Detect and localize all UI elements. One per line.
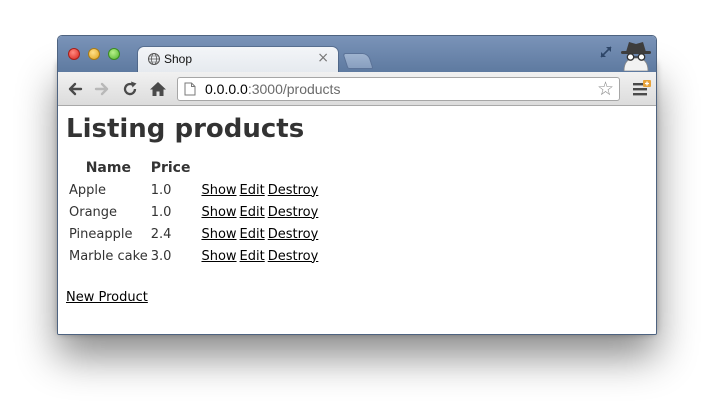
close-window-button[interactable] xyxy=(68,48,80,60)
forward-arrow-icon[interactable] xyxy=(93,80,111,98)
column-header-name: Name xyxy=(85,160,131,176)
home-icon[interactable] xyxy=(149,80,167,98)
products-table: Name Price Apple 1.0 Show Edit Destroy O… xyxy=(66,158,321,267)
product-name: Marble cake xyxy=(69,248,148,264)
tab-shop[interactable]: Shop × xyxy=(138,47,338,72)
page-content: Listing products Name Price Apple 1.0 Sh… xyxy=(58,106,656,334)
table-row: Orange 1.0 Show Edit Destroy xyxy=(69,201,318,223)
table-row: Pineapple 2.4 Show Edit Destroy xyxy=(69,223,318,245)
edit-link[interactable]: Edit xyxy=(240,227,265,242)
page-icon xyxy=(184,82,196,96)
url-text: 0.0.0.0:3000/products xyxy=(205,81,340,97)
destroy-link[interactable]: Destroy xyxy=(268,205,319,220)
product-price: 1.0 xyxy=(150,182,172,198)
reload-icon[interactable] xyxy=(121,80,139,98)
zoom-window-button[interactable] xyxy=(108,48,120,60)
table-row: Marble cake 3.0 Show Edit Destroy xyxy=(69,245,318,267)
url-host: 0.0.0.0 xyxy=(205,81,248,97)
product-price: 3.0 xyxy=(150,248,172,264)
show-link[interactable]: Show xyxy=(201,183,236,198)
tab-title: Shop xyxy=(164,52,193,66)
edit-link[interactable]: Edit xyxy=(240,205,265,220)
product-price: 1.0 xyxy=(150,204,172,220)
show-link[interactable]: Show xyxy=(201,205,236,220)
browser-window: Shop × 0.0.0.0:3000/products ☆ Listing p… xyxy=(57,35,657,335)
address-bar[interactable]: 0.0.0.0:3000/products ☆ xyxy=(177,77,620,101)
new-tab-button[interactable] xyxy=(342,53,374,69)
product-price: 2.4 xyxy=(150,226,172,242)
product-name: Pineapple xyxy=(69,226,133,242)
back-arrow-icon[interactable] xyxy=(66,80,84,98)
show-link[interactable]: Show xyxy=(201,249,236,264)
destroy-link[interactable]: Destroy xyxy=(268,183,319,198)
wrench-menu-icon[interactable] xyxy=(632,80,652,98)
destroy-link[interactable]: Destroy xyxy=(268,249,319,264)
edit-link[interactable]: Edit xyxy=(240,249,265,264)
product-name: Apple xyxy=(69,182,107,198)
column-header-price: Price xyxy=(150,160,191,176)
url-path: :3000/products xyxy=(247,81,341,97)
incognito-icon xyxy=(621,42,651,71)
star-icon[interactable]: ☆ xyxy=(597,79,614,99)
page-title: Listing products xyxy=(66,114,305,144)
product-name: Orange xyxy=(69,204,118,220)
table-header-row: Name Price xyxy=(69,158,318,179)
globe-icon xyxy=(148,53,160,65)
show-link[interactable]: Show xyxy=(201,227,236,242)
destroy-link[interactable]: Destroy xyxy=(268,227,319,242)
fullscreen-icon[interactable] xyxy=(598,44,614,60)
toolbar: 0.0.0.0:3000/products ☆ xyxy=(58,72,656,106)
minimize-window-button[interactable] xyxy=(88,48,100,60)
title-bar: Shop × xyxy=(58,36,656,72)
table-row: Apple 1.0 Show Edit Destroy xyxy=(69,179,318,201)
close-tab-icon[interactable]: × xyxy=(317,50,329,66)
new-product-link[interactable]: New Product xyxy=(66,290,148,305)
edit-link[interactable]: Edit xyxy=(240,183,265,198)
